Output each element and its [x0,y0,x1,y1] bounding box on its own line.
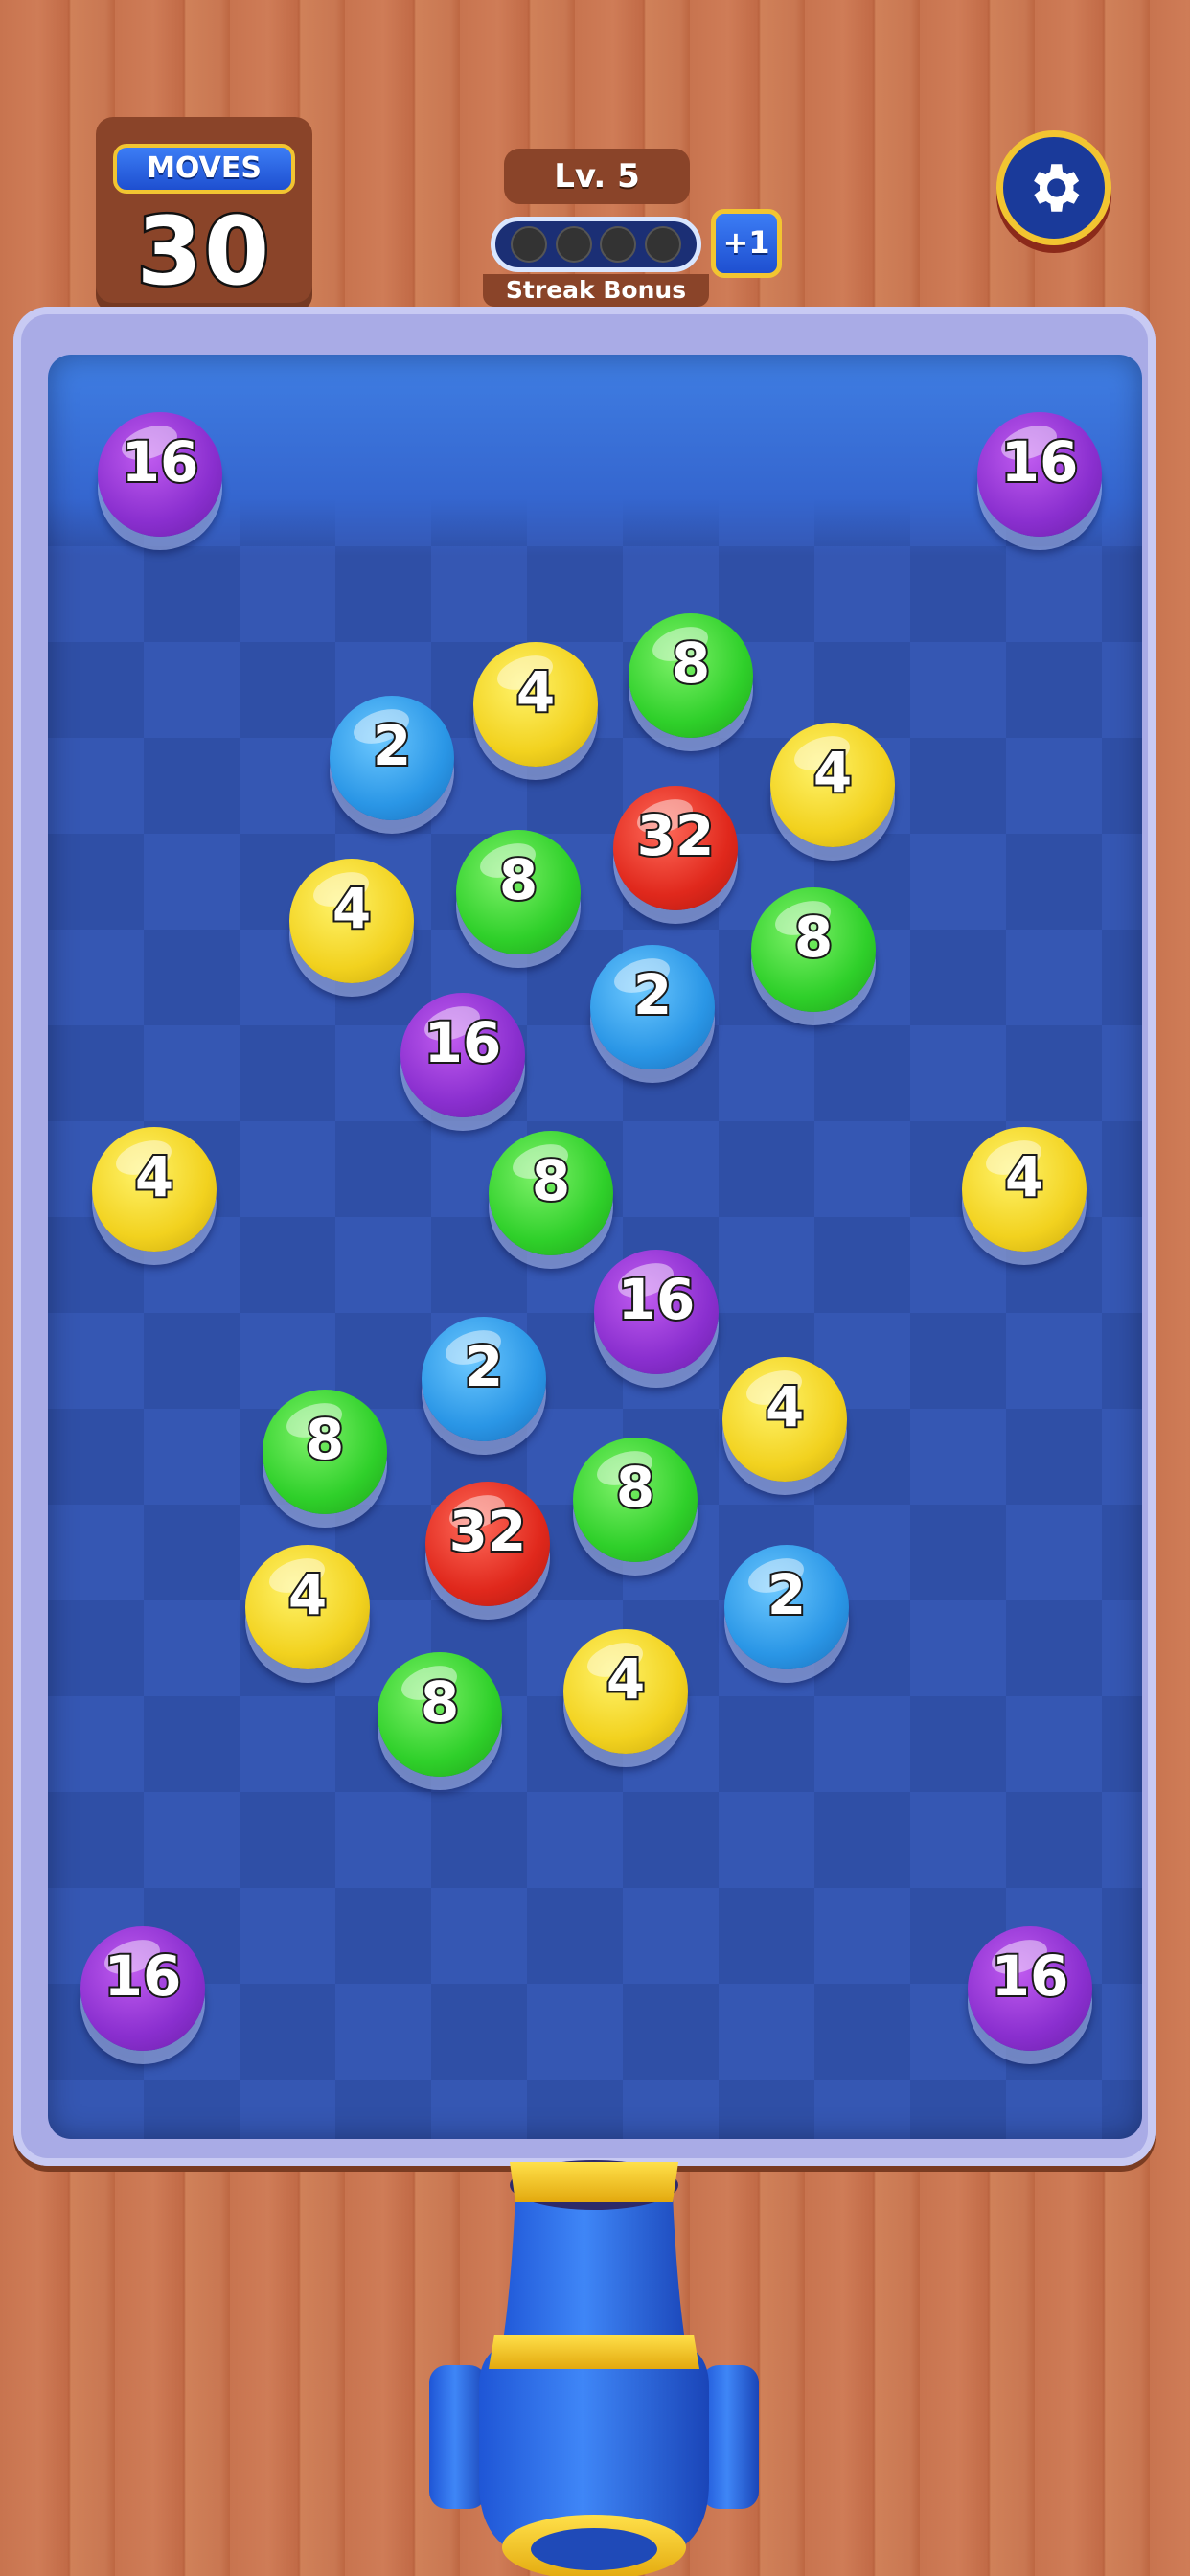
ball-value: 4 [605,1644,647,1714]
ball: 8 [751,887,876,1012]
streak-dot [555,226,592,263]
ball: 8 [629,613,753,738]
ball-value: 32 [635,801,717,870]
ball-value: 4 [812,738,854,807]
moves-label: MOVES [113,144,295,194]
level-indicator: Lv. 5 [504,149,690,204]
ball: 8 [489,1131,613,1255]
ball-value: 8 [530,1146,572,1215]
streak-bonus-label: Streak Bonus [483,274,709,307]
ball-value: 2 [631,960,674,1029]
ball-value: 16 [103,1942,184,2011]
moves-panel: MOVES 30 [96,117,312,312]
ball: 4 [92,1127,217,1252]
gear-icon [1034,164,1080,212]
ball-value: 4 [133,1142,175,1211]
ball: 16 [968,1926,1092,2051]
ball-value: 16 [616,1265,698,1334]
ball-value: 16 [120,427,201,496]
ball: 4 [770,723,895,847]
ball-value: 4 [286,1560,329,1629]
ball-value: 16 [999,427,1081,496]
cannon-launcher[interactable] [422,2147,767,2576]
ball-value: 8 [670,629,712,698]
ball: 16 [98,412,222,537]
ball-value: 4 [515,657,557,726]
ball: 2 [330,696,454,820]
ball: 8 [263,1390,387,1514]
ball: 4 [563,1629,688,1754]
ball-value: 2 [766,1560,808,1629]
streak-dot [511,226,548,263]
ball-value: 8 [497,845,539,914]
ball: 2 [724,1545,849,1669]
ball-value: 16 [423,1008,504,1077]
ball: 8 [378,1652,502,1777]
ball: 32 [613,786,738,910]
ball: 4 [722,1357,847,1482]
ball-value: 8 [614,1453,656,1522]
ball-value: 32 [447,1497,529,1566]
moves-counter: 30 [134,196,272,310]
streak-dot [600,226,637,263]
ball: 4 [473,642,598,767]
ball-value: 4 [1003,1142,1045,1211]
ball: 16 [594,1250,719,1374]
ball: 4 [289,859,414,983]
ball: 4 [962,1127,1087,1252]
ball: 16 [977,412,1102,537]
ball-value: 2 [371,711,413,780]
ball-value: 8 [792,903,835,972]
ball: 16 [400,993,525,1117]
ball: 8 [456,830,581,954]
ball: 32 [425,1482,550,1606]
ball: 4 [245,1545,370,1669]
streak-dot [644,226,681,263]
ball: 16 [80,1926,205,2051]
ball-value: 8 [304,1405,346,1474]
ball: 2 [422,1317,546,1441]
ball: 2 [590,945,715,1070]
streak-bonus-badge: +1 [711,209,782,278]
streak-progress [491,217,701,272]
settings-button[interactable] [996,130,1111,245]
ball-value: 2 [463,1332,505,1401]
ball-value: 8 [419,1668,461,1736]
ball-value: 4 [764,1372,806,1441]
ball: 8 [573,1438,698,1562]
ball-value: 16 [990,1942,1071,2011]
play-area[interactable] [48,355,1142,2139]
ball-value: 4 [331,874,373,943]
